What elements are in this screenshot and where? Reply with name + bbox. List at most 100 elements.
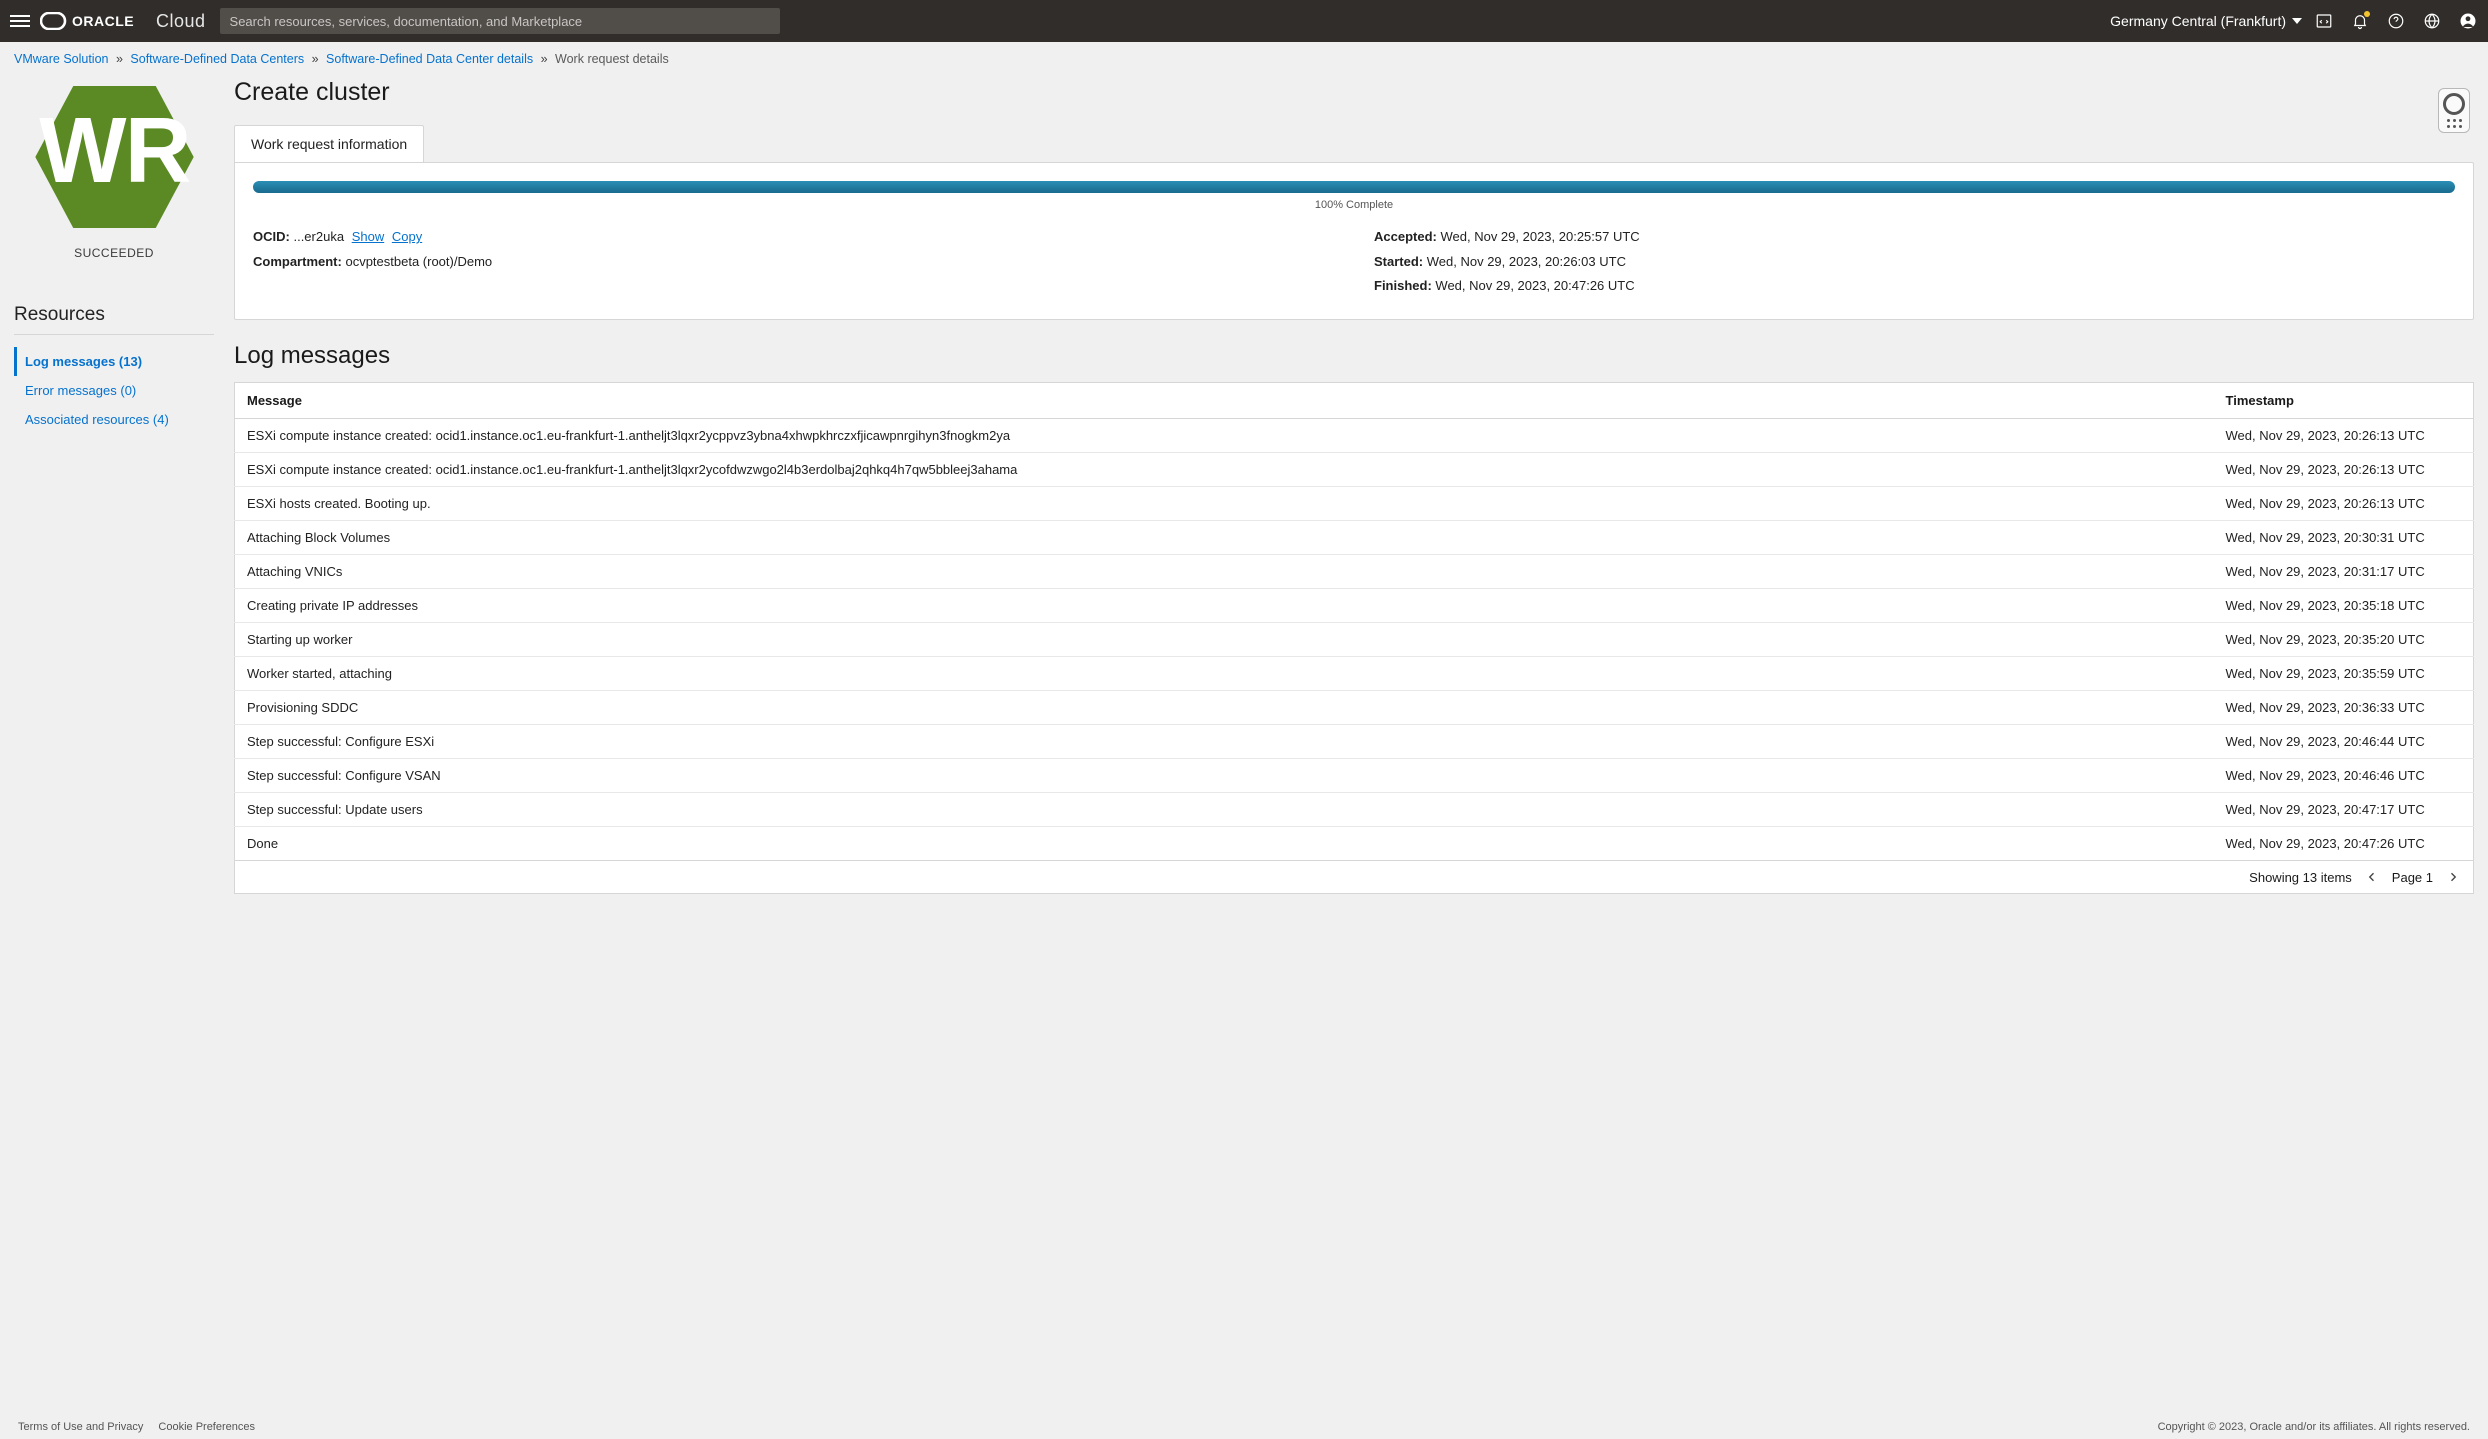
table-row: ESXi compute instance created: ocid1.ins…: [235, 419, 2474, 453]
notification-icon[interactable]: [2350, 11, 2370, 31]
brand-sub: Cloud: [156, 11, 206, 32]
progress-label: 100% Complete: [253, 199, 2455, 211]
pager-next-icon[interactable]: [2445, 869, 2461, 885]
lifebuoy-icon: [2443, 93, 2465, 115]
help-icon[interactable]: [2386, 11, 2406, 31]
ocid-copy-link[interactable]: Copy: [392, 229, 422, 244]
log-messages-heading: Log messages: [234, 342, 2474, 370]
table-row: Starting up workerWed, Nov 29, 2023, 20:…: [235, 623, 2474, 657]
table-row: ESXi hosts created. Booting up.Wed, Nov …: [235, 487, 2474, 521]
breadcrumb-sep: »: [312, 52, 319, 66]
grip-icon: [2447, 119, 2462, 128]
log-message-cell: ESXi compute instance created: ocid1.ins…: [235, 419, 2214, 453]
brand-logo[interactable]: ORACLE Cloud: [40, 11, 206, 32]
log-timestamp-cell: Wed, Nov 29, 2023, 20:35:59 UTC: [2214, 657, 2474, 691]
log-timestamp-cell: Wed, Nov 29, 2023, 20:26:13 UTC: [2214, 453, 2474, 487]
pager-prev-icon[interactable]: [2364, 869, 2380, 885]
dev-tools-icon[interactable]: [2314, 11, 2334, 31]
table-row: Provisioning SDDCWed, Nov 29, 2023, 20:3…: [235, 691, 2474, 725]
tab-work-request-info[interactable]: Work request information: [234, 125, 424, 162]
top-icon-bar: [2314, 11, 2478, 31]
pager-summary: Showing 13 items: [2249, 870, 2352, 885]
svg-text:WR: WR: [39, 98, 190, 202]
footer-copyright: Copyright © 2023, Oracle and/or its affi…: [2158, 1421, 2470, 1433]
region-label: Germany Central (Frankfurt): [2110, 13, 2286, 29]
accepted-label: Accepted:: [1374, 229, 1437, 244]
resources-list: Log messages (13)Error messages (0)Assoc…: [14, 347, 214, 434]
log-message-cell: Worker started, attaching: [235, 657, 2214, 691]
started-value: Wed, Nov 29, 2023, 20:26:03 UTC: [1427, 254, 1626, 269]
progress-bar: [253, 181, 2455, 193]
profile-icon[interactable]: [2458, 11, 2478, 31]
footer-terms-link[interactable]: Terms of Use and Privacy: [18, 1421, 143, 1433]
compartment-value: ocvptestbeta (root)/Demo: [345, 254, 492, 269]
log-timestamp-cell: Wed, Nov 29, 2023, 20:26:13 UTC: [2214, 487, 2474, 521]
breadcrumb: VMware Solution » Software-Defined Data …: [0, 42, 2488, 72]
table-row: Step successful: Update usersWed, Nov 29…: [235, 793, 2474, 827]
log-message-cell: Step successful: Update users: [235, 793, 2214, 827]
table-row: ESXi compute instance created: ocid1.ins…: [235, 453, 2474, 487]
log-timestamp-cell: Wed, Nov 29, 2023, 20:26:13 UTC: [2214, 419, 2474, 453]
log-timestamp-cell: Wed, Nov 29, 2023, 20:47:26 UTC: [2214, 827, 2474, 861]
breadcrumb-link[interactable]: Software-Defined Data Centers: [130, 52, 304, 66]
table-row: Creating private IP addressesWed, Nov 29…: [235, 589, 2474, 623]
ocid-value: ...er2uka: [293, 229, 344, 244]
log-message-cell: Step successful: Configure VSAN: [235, 759, 2214, 793]
footer-cookies-link[interactable]: Cookie Preferences: [158, 1421, 255, 1433]
log-message-cell: Done: [235, 827, 2214, 861]
menu-icon[interactable]: [10, 11, 30, 31]
log-timestamp-cell: Wed, Nov 29, 2023, 20:31:17 UTC: [2214, 555, 2474, 589]
chevron-down-icon: [2292, 18, 2302, 24]
table-row: Step successful: Configure ESXiWed, Nov …: [235, 725, 2474, 759]
page-title: Create cluster: [234, 78, 2474, 107]
breadcrumb-link[interactable]: VMware Solution: [14, 52, 109, 66]
breadcrumb-sep: »: [116, 52, 123, 66]
globe-icon[interactable]: [2422, 11, 2442, 31]
log-timestamp-cell: Wed, Nov 29, 2023, 20:46:44 UTC: [2214, 725, 2474, 759]
resource-status-hexagon: WR: [32, 82, 197, 232]
table-row: Attaching VNICsWed, Nov 29, 2023, 20:31:…: [235, 555, 2474, 589]
log-messages-table: Message Timestamp ESXi compute instance …: [234, 382, 2474, 861]
log-message-cell: ESXi compute instance created: ocid1.ins…: [235, 453, 2214, 487]
svg-text:ORACLE: ORACLE: [72, 13, 134, 29]
col-timestamp: Timestamp: [2214, 383, 2474, 419]
breadcrumb-current: Work request details: [555, 52, 669, 66]
footer: Terms of Use and Privacy Cookie Preferen…: [0, 1415, 2488, 1439]
log-message-cell: ESXi hosts created. Booting up.: [235, 487, 2214, 521]
finished-value: Wed, Nov 29, 2023, 20:47:26 UTC: [1435, 278, 1634, 293]
ocid-label: OCID:: [253, 229, 290, 244]
pager-page-label: Page 1: [2392, 870, 2433, 885]
work-request-info-card: 100% Complete OCID: ...er2uka Show Copy …: [234, 162, 2474, 320]
compartment-label: Compartment:: [253, 254, 342, 269]
log-timestamp-cell: Wed, Nov 29, 2023, 20:46:46 UTC: [2214, 759, 2474, 793]
log-timestamp-cell: Wed, Nov 29, 2023, 20:36:33 UTC: [2214, 691, 2474, 725]
resources-item[interactable]: Associated resources (4): [14, 405, 214, 434]
log-timestamp-cell: Wed, Nov 29, 2023, 20:47:17 UTC: [2214, 793, 2474, 827]
log-message-cell: Provisioning SDDC: [235, 691, 2214, 725]
table-row: Worker started, attachingWed, Nov 29, 20…: [235, 657, 2474, 691]
top-bar: ORACLE Cloud Germany Central (Frankfurt): [0, 0, 2488, 42]
log-message-cell: Step successful: Configure ESXi: [235, 725, 2214, 759]
log-timestamp-cell: Wed, Nov 29, 2023, 20:30:31 UTC: [2214, 521, 2474, 555]
table-pager: Showing 13 items Page 1: [234, 861, 2474, 894]
ocid-show-link[interactable]: Show: [352, 229, 385, 244]
search-input[interactable]: [220, 8, 780, 34]
breadcrumb-sep: »: [541, 52, 548, 66]
resources-item[interactable]: Error messages (0): [14, 376, 214, 405]
log-timestamp-cell: Wed, Nov 29, 2023, 20:35:20 UTC: [2214, 623, 2474, 657]
table-row: Step successful: Configure VSANWed, Nov …: [235, 759, 2474, 793]
started-label: Started:: [1374, 254, 1423, 269]
log-message-cell: Starting up worker: [235, 623, 2214, 657]
table-row: Attaching Block VolumesWed, Nov 29, 2023…: [235, 521, 2474, 555]
breadcrumb-link[interactable]: Software-Defined Data Center details: [326, 52, 533, 66]
resources-item[interactable]: Log messages (13): [14, 347, 214, 376]
finished-label: Finished:: [1374, 278, 1432, 293]
region-selector[interactable]: Germany Central (Frankfurt): [2110, 13, 2302, 29]
log-timestamp-cell: Wed, Nov 29, 2023, 20:35:18 UTC: [2214, 589, 2474, 623]
resource-status-label: SUCCEEDED: [74, 246, 154, 260]
resources-heading: Resources: [14, 304, 214, 335]
log-message-cell: Attaching Block Volumes: [235, 521, 2214, 555]
help-panel-toggle[interactable]: [2438, 88, 2470, 133]
col-message: Message: [235, 383, 2214, 419]
table-row: DoneWed, Nov 29, 2023, 20:47:26 UTC: [235, 827, 2474, 861]
